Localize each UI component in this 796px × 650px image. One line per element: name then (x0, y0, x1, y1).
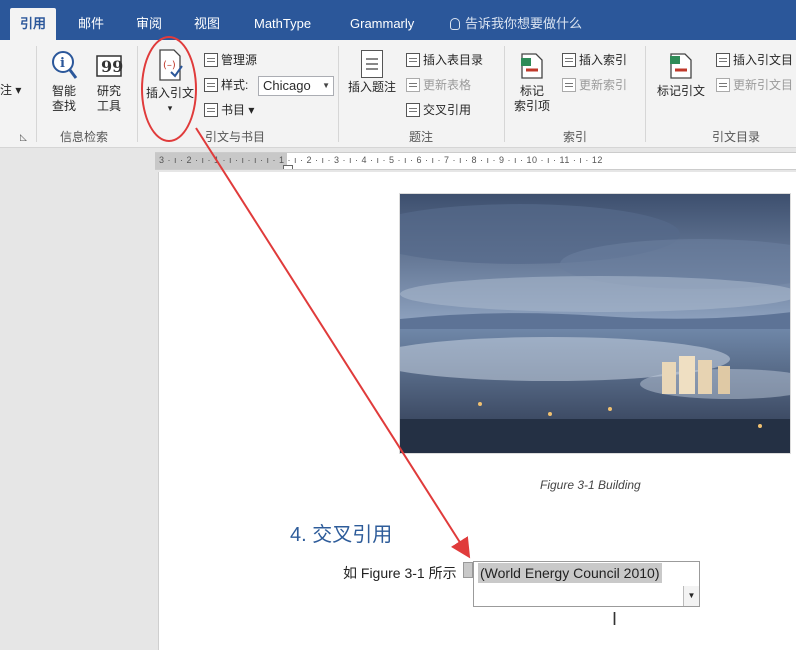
svg-text:(–): (–) (163, 60, 176, 71)
mark-entry-label-1: 标记 (519, 84, 544, 98)
insert-index-label: 插入索引 (579, 53, 628, 67)
researcher-button[interactable]: 99 研究 工具 (92, 50, 126, 114)
cross-reference-icon (406, 103, 420, 117)
bibliography-button[interactable]: 书目 ▾ (204, 100, 254, 120)
researcher-label-2: 工具 (96, 99, 121, 113)
mark-citation-button[interactable]: 标记引文 (652, 50, 710, 99)
group-separator (645, 46, 646, 142)
cross-reference-button[interactable]: 交叉引用 (406, 100, 471, 120)
chevron-down-icon: ▼ (322, 81, 330, 90)
insert-citation-label: 插入引文 (145, 86, 194, 100)
footnote-partial-label: 注 (0, 83, 13, 97)
group-separator (137, 46, 138, 142)
update-table-button[interactable]: 更新表格 (406, 75, 471, 95)
city-fog-image (400, 194, 790, 453)
section-heading: 4. 交叉引用 (290, 524, 393, 546)
insert-caption-icon (361, 50, 383, 78)
manage-sources-button[interactable]: 管理源 (204, 50, 257, 70)
researcher-label-1: 研究 (96, 84, 121, 98)
insert-caption-button[interactable]: 插入题注 (344, 50, 400, 95)
svg-text:99: 99 (101, 57, 123, 76)
insert-citation-button[interactable]: (–) 插入引文 ▾ (143, 48, 197, 116)
bibliography-label: 书目 (221, 103, 246, 117)
body-paragraph: 如 Figure 3-1 所示 (343, 565, 457, 581)
group-label-citations: 引文与书目 (205, 130, 266, 144)
tab-review[interactable]: 审阅 (126, 8, 172, 40)
chevron-down-icon[interactable]: ▼ (683, 586, 699, 606)
mark-entry-icon (521, 53, 543, 79)
mark-entry-label-2: 索引项 (513, 99, 550, 113)
manage-sources-label: 管理源 (221, 53, 258, 67)
style-icon (204, 78, 218, 92)
insert-table-of-figures-button[interactable]: 插入表目录 (406, 50, 483, 70)
citation-field-dropdown[interactable]: (World Energy Council 2010) ▼ (473, 561, 700, 607)
ribbon-tab-bar: 引用 邮件 审阅 视图 MathType Grammarly 告诉我你想要做什么 (0, 0, 796, 40)
group-label-toa: 引文目录 (712, 130, 761, 144)
bibliography-icon (204, 103, 218, 117)
insert-index-button[interactable]: 插入索引 (562, 50, 627, 70)
group-separator (504, 46, 505, 142)
tab-mathtype[interactable]: MathType (244, 8, 321, 40)
field-handle-icon[interactable] (463, 562, 473, 578)
group-label-index: 索引 (563, 130, 588, 144)
update-index-icon (562, 78, 576, 92)
insert-toa-icon (716, 53, 730, 67)
group-launcher-icon[interactable]: ◺ (20, 132, 27, 143)
update-table-icon (406, 78, 420, 92)
insert-toa-button[interactable]: 插入引文目 (716, 50, 793, 70)
smart-lookup-label-2: 查找 (51, 99, 76, 113)
tab-references[interactable]: 引用 (10, 8, 57, 40)
lightbulb-icon (450, 18, 460, 30)
insert-index-icon (562, 53, 576, 67)
horizontal-ruler[interactable]: 3 · ı · 2 · ı · 1 · ı · ı · ı · ı · 1 · … (155, 152, 796, 170)
group-separator (36, 46, 37, 142)
tell-me-search[interactable]: 告诉我你想要做什么 (450, 8, 582, 40)
quote-book-icon: 99 (96, 55, 123, 77)
tab-mailings[interactable]: 邮件 (68, 8, 114, 40)
insert-citation-icon: (–) (159, 49, 183, 81)
update-index-label: 更新索引 (579, 78, 628, 92)
update-toa-label: 更新引文目 (733, 78, 794, 92)
style-label: 样式: (221, 78, 249, 92)
citation-style-value: Chicago (263, 78, 311, 93)
group-separator (338, 46, 339, 142)
manage-sources-icon (204, 53, 218, 67)
update-toa-icon (716, 78, 730, 92)
ruler-ticks: 3 · ı · 2 · ı · 1 · ı · ı · ı · ı · 1 · … (159, 155, 603, 165)
insert-caption-label: 插入题注 (347, 80, 396, 94)
text-cursor-icon: I (612, 609, 618, 629)
svg-text:i: i (60, 56, 65, 71)
mark-citation-label: 标记引文 (656, 84, 705, 98)
smart-lookup-label-1: 智能 (51, 84, 76, 98)
update-toa-button[interactable]: 更新引文目 (716, 75, 793, 95)
footnote-partial-button[interactable]: 注 ▾ (0, 80, 21, 100)
group-label-captions: 题注 (409, 130, 434, 144)
table-of-figures-icon (406, 53, 420, 67)
tell-me-text: 告诉我你想要做什么 (465, 16, 583, 31)
magnifier-info-icon: i (52, 51, 78, 79)
chevron-down-icon: ▾ (167, 103, 173, 113)
update-table-label: 更新表格 (423, 78, 472, 92)
cross-reference-label: 交叉引用 (423, 103, 472, 117)
insert-table-of-figures-label: 插入表目录 (423, 53, 484, 67)
update-index-button[interactable]: 更新索引 (562, 75, 627, 95)
tab-grammarly[interactable]: Grammarly (340, 8, 424, 40)
group-label-info-search: 信息检索 (60, 130, 109, 144)
building-photo (399, 193, 791, 454)
smart-lookup-button[interactable]: i 智能 查找 (48, 50, 80, 114)
insert-toa-label: 插入引文目 (733, 53, 794, 67)
tab-view[interactable]: 视图 (184, 8, 230, 40)
style-label-row: 样式: (204, 75, 248, 95)
mark-entry-button[interactable]: 标记 索引项 (510, 50, 554, 114)
mark-citation-icon (670, 53, 692, 79)
citation-field-value: (World Energy Council 2010) (478, 563, 662, 583)
ribbon: 注 ▾ ◺ i 智能 查找 99 研究 工具 信息检索 (–) 插入引文 ▾ 管… (0, 40, 796, 148)
citation-style-select[interactable]: Chicago ▼ (258, 76, 334, 96)
figure-caption: Figure 3-1 Building (540, 478, 641, 492)
indent-marker[interactable] (283, 165, 293, 169)
